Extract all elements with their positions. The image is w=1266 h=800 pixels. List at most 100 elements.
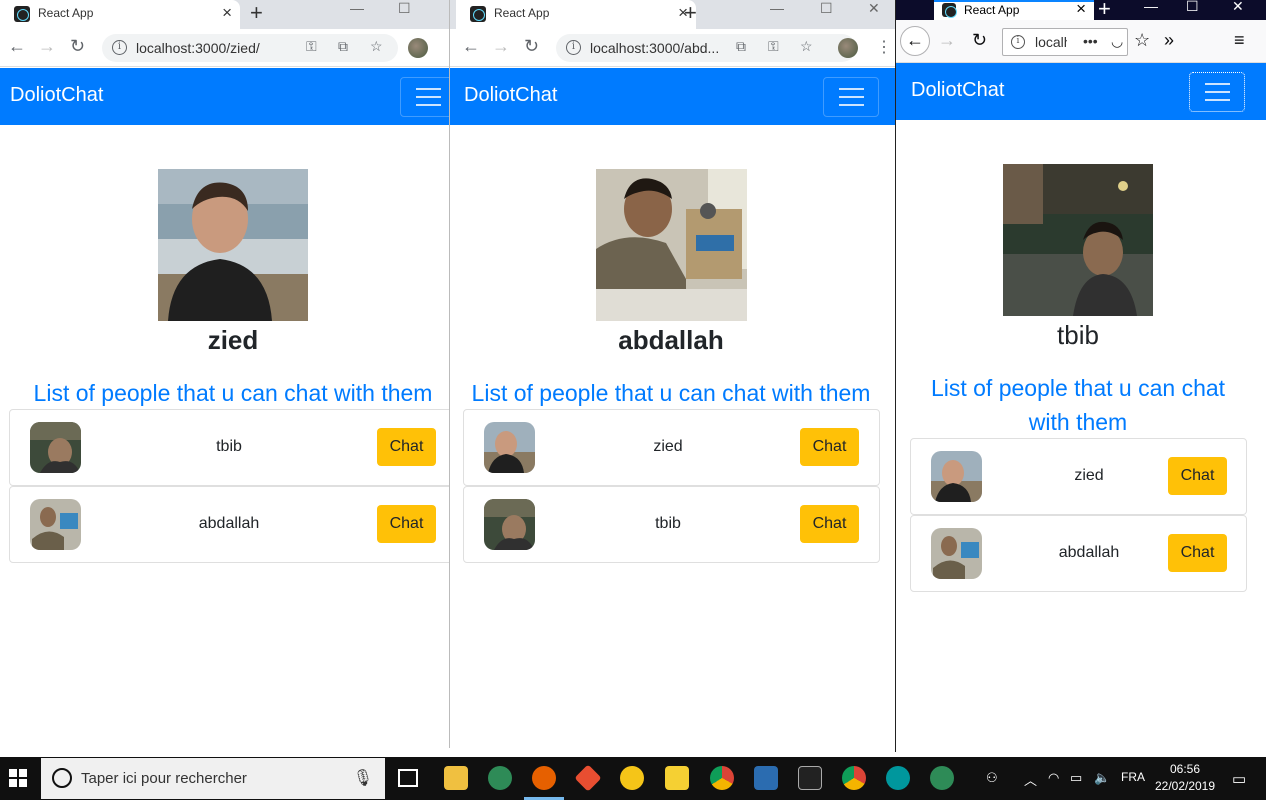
chrome-canary-icon[interactable] xyxy=(710,766,734,790)
chat-list-title: List of people that u can chat with them xyxy=(471,380,871,406)
app-brand[interactable]: DoliotChat xyxy=(464,84,557,107)
arduino-icon[interactable] xyxy=(886,766,910,790)
key-icon[interactable]: ⚿ xyxy=(768,38,779,55)
browser-tab[interactable]: React App × xyxy=(0,0,240,29)
current-user-name: tbib xyxy=(1057,320,1099,350)
reload-icon[interactable]: ↻ xyxy=(972,30,987,51)
address-bar[interactable]: i localhost:3000/abd... ⧉ ⚿ ☆ xyxy=(556,34,856,62)
app-navbar: DoliotChat xyxy=(896,63,1266,120)
language-indicator[interactable]: FRA xyxy=(1121,770,1145,784)
key-icon[interactable]: ⚿ xyxy=(306,38,317,55)
minimize-icon[interactable]: — xyxy=(770,0,784,16)
people-icon[interactable]: ⚇ xyxy=(986,770,998,786)
action-center-icon[interactable]: ▭ xyxy=(1232,770,1246,788)
profile-avatar-icon[interactable] xyxy=(838,38,858,58)
cortana-icon[interactable] xyxy=(52,768,72,788)
more-menu-icon[interactable]: ⋮ xyxy=(876,37,892,57)
star-icon[interactable]: ☆ xyxy=(800,38,813,55)
tab-strip: React App × + — ☐ ✕ xyxy=(896,0,1266,22)
volume-icon[interactable]: 🔈 xyxy=(1094,770,1110,786)
new-tab-icon[interactable]: + xyxy=(250,0,263,26)
tab-strip: React App × + — ☐ xyxy=(0,0,449,29)
app-window-icon[interactable] xyxy=(754,766,778,790)
back-icon[interactable]: ← xyxy=(900,26,930,56)
minimize-icon[interactable]: — xyxy=(350,0,364,16)
browser-window-zied: React App × + — ☐ ← → ↻ i localhost:3000… xyxy=(0,0,449,748)
battery-icon[interactable]: ▭ xyxy=(1070,770,1082,786)
duck-app-icon[interactable] xyxy=(620,766,644,790)
app-navbar: DoliotChat xyxy=(450,68,895,125)
navbar-toggler-icon[interactable] xyxy=(400,77,449,117)
info-icon[interactable]: i xyxy=(566,40,581,55)
app-brand[interactable]: DoliotChat xyxy=(10,84,103,107)
close-tab-icon[interactable]: × xyxy=(222,3,232,23)
firefox-icon[interactable] xyxy=(532,766,556,790)
show-hidden-icons-icon[interactable]: ︿ xyxy=(1024,770,1037,789)
maximize-icon[interactable]: ☐ xyxy=(1186,0,1199,15)
navbar-toggler-icon[interactable] xyxy=(823,77,879,117)
translate-icon[interactable]: ⧉ xyxy=(736,38,746,55)
person-name: zied xyxy=(653,438,683,455)
browser-window-abdallah: React App × + — ☐ ✕ ← → ↻ i localhost:30… xyxy=(449,0,895,748)
terminal-t-icon[interactable] xyxy=(665,766,689,790)
taskbar-clock[interactable]: 06:56 22/02/2019 xyxy=(1150,761,1220,795)
browser-tab[interactable]: React App × xyxy=(934,0,1094,20)
person-name: zied xyxy=(1074,467,1104,484)
minimize-icon[interactable]: — xyxy=(1144,0,1158,14)
back-icon[interactable]: ← xyxy=(8,36,26,57)
page-actions-icon[interactable]: ••• xyxy=(1083,33,1098,49)
address-bar[interactable]: i localhost:3000/zied/ ⚿ ⧉ ☆ xyxy=(102,34,398,62)
tab-title: React App xyxy=(964,3,1020,17)
info-icon[interactable]: i xyxy=(112,40,127,55)
new-tab-icon[interactable]: + xyxy=(684,0,697,26)
current-user-name: zied xyxy=(207,325,259,355)
app-navbar: DoliotChat xyxy=(0,68,449,125)
close-window-icon[interactable]: ✕ xyxy=(868,0,880,17)
chat-button[interactable]: Chat xyxy=(800,505,859,543)
star-icon[interactable]: ☆ xyxy=(1134,30,1150,51)
atom-icon[interactable] xyxy=(488,766,512,790)
forward-icon[interactable]: → xyxy=(938,30,956,51)
git-icon[interactable] xyxy=(574,764,602,792)
info-icon[interactable]: i xyxy=(1011,35,1025,49)
forward-icon[interactable]: → xyxy=(492,36,510,57)
browser-tab[interactable]: React App × xyxy=(456,0,696,29)
reload-icon[interactable]: ↻ xyxy=(70,36,85,57)
close-window-icon[interactable]: ✕ xyxy=(1232,0,1244,15)
browser-toolbar: ← → ↻ i localhost:3000/zied/ ⚿ ⧉ ☆ xyxy=(0,29,449,67)
chat-button[interactable]: Chat xyxy=(377,505,436,543)
chat-button[interactable]: Chat xyxy=(377,428,436,466)
translate-icon[interactable]: ⧉ xyxy=(338,38,348,55)
chat-button[interactable]: Chat xyxy=(1168,534,1227,572)
address-bar[interactable]: i localho ••• ◡ xyxy=(1002,28,1128,56)
person-name: abdallah xyxy=(198,515,260,532)
microphone-icon[interactable]: 🎙 xyxy=(353,768,373,788)
command-prompt-icon[interactable] xyxy=(798,766,822,790)
reload-icon[interactable]: ↻ xyxy=(524,36,539,57)
star-icon[interactable]: ☆ xyxy=(370,38,383,55)
task-view-icon[interactable] xyxy=(398,769,418,787)
file-explorer-icon[interactable] xyxy=(444,766,468,790)
chat-button[interactable]: Chat xyxy=(1168,457,1227,495)
atom-icon-2[interactable] xyxy=(930,766,954,790)
windows-start-icon[interactable] xyxy=(9,769,27,787)
clock-date: 22/02/2019 xyxy=(1154,779,1216,793)
search-placeholder: Taper ici pour rechercher xyxy=(81,770,247,787)
hamburger-menu-icon[interactable]: ≡ xyxy=(1234,30,1245,51)
profile-avatar-icon[interactable] xyxy=(408,38,428,58)
navbar-toggler-icon[interactable] xyxy=(1189,72,1245,112)
chrome-icon[interactable] xyxy=(842,766,866,790)
maximize-icon[interactable]: ☐ xyxy=(398,0,411,17)
close-tab-icon[interactable]: × xyxy=(1076,0,1086,19)
back-icon[interactable]: ← xyxy=(462,36,480,57)
pocket-icon[interactable]: ◡ xyxy=(1111,33,1123,50)
new-tab-icon[interactable]: + xyxy=(1098,0,1111,22)
overflow-icon[interactable]: » xyxy=(1164,30,1174,51)
app-brand[interactable]: DoliotChat xyxy=(911,79,1004,102)
taskbar-search[interactable]: Taper ici pour rechercher 🎙 xyxy=(41,758,385,799)
wifi-icon[interactable]: ◠ xyxy=(1048,770,1059,786)
forward-icon[interactable]: → xyxy=(38,36,56,57)
chat-button[interactable]: Chat xyxy=(800,428,859,466)
react-favicon-icon xyxy=(942,3,957,18)
maximize-icon[interactable]: ☐ xyxy=(820,0,833,17)
